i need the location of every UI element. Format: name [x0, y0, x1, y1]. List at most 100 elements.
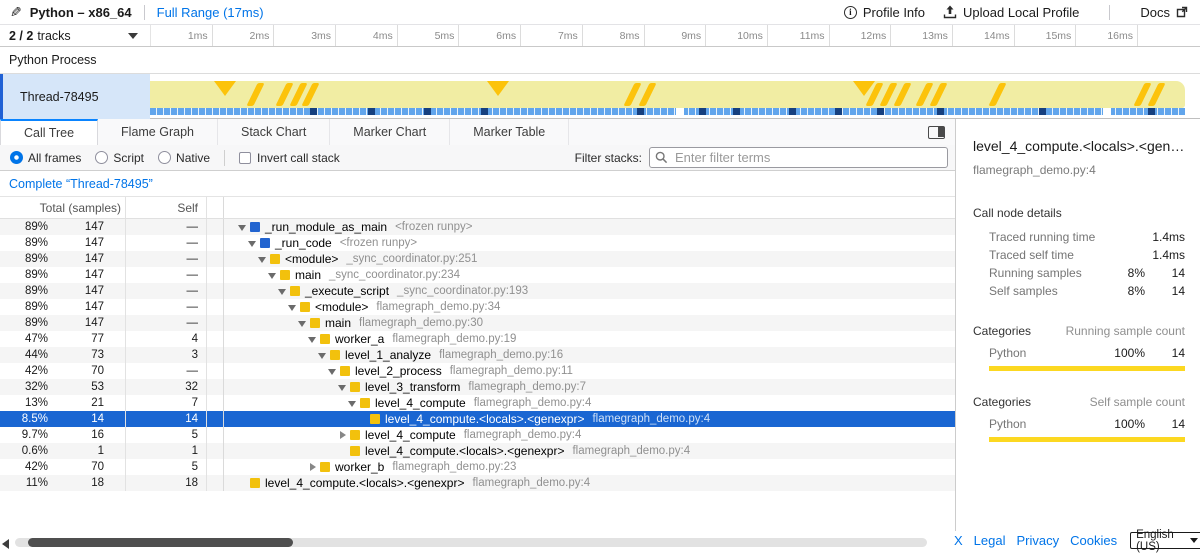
- sample-strip: [150, 108, 1185, 115]
- language-select[interactable]: English (US): [1130, 532, 1200, 549]
- sidebar-details: Traced running time1.4msTraced self time…: [956, 228, 1200, 300]
- tab-flame-graph[interactable]: Flame Graph: [98, 119, 218, 145]
- cell-self: 5: [126, 459, 207, 475]
- upload-profile-button[interactable]: Upload Local Profile: [943, 5, 1079, 20]
- call-tree-row[interactable]: 0.6%11level_4_compute.<locals>.<genexpr>…: [0, 443, 955, 459]
- collapse-arrow-icon[interactable]: [308, 463, 318, 472]
- process-label: Python Process: [0, 53, 97, 67]
- radio-label: All frames: [28, 151, 81, 165]
- sidebar-detail-row: Running samples8%14: [989, 264, 1185, 282]
- divider: [144, 5, 145, 20]
- category-bar: [989, 366, 1185, 371]
- invert-callstack-checkbox[interactable]: Invert call stack: [239, 151, 340, 165]
- cell-spacer: [207, 315, 224, 331]
- ruler-tick: 3ms: [274, 25, 336, 46]
- category-square-icon: [330, 350, 340, 360]
- call-tree-row[interactable]: 89%147—<module>_sync_coordinator.py:251: [0, 251, 955, 267]
- expand-arrow-icon[interactable]: [248, 239, 258, 248]
- sidebar-toggle-button[interactable]: [928, 126, 945, 139]
- column-header-total[interactable]: Total (samples): [0, 197, 126, 218]
- footer-link-privacy[interactable]: Privacy: [1016, 533, 1059, 548]
- column-header-self[interactable]: Self: [126, 197, 207, 218]
- cell-self: —: [126, 315, 207, 331]
- cell-self: 3: [126, 347, 207, 363]
- process-track-header[interactable]: Python Process: [0, 47, 1200, 74]
- tab-marker-table[interactable]: Marker Table: [450, 119, 569, 145]
- call-tree-row[interactable]: 44%733 level_1_analyzeflamegraph_demo.py:…: [0, 347, 955, 363]
- cell-tree: worker_aflamegraph_demo.py:19: [224, 331, 955, 347]
- expand-arrow-icon[interactable]: [288, 303, 298, 312]
- tab-marker-chart[interactable]: Marker Chart: [330, 119, 450, 145]
- total-samples: 147: [48, 237, 104, 249]
- file-location: flamegraph_demo.py:7: [468, 381, 586, 393]
- cell-spacer: [207, 379, 224, 395]
- radio-all-frames[interactable]: All frames: [10, 151, 81, 165]
- footer-link-legal[interactable]: Legal: [974, 533, 1006, 548]
- call-tree-row[interactable]: 11%1818level_4_compute.<locals>.<genexpr…: [0, 475, 955, 491]
- cell-tree: _run_module_as_main<frozen runpy>: [224, 219, 955, 235]
- radio-icon: [158, 151, 171, 164]
- call-tree-row[interactable]: 13%217level_4_computeflamegraph_demo.py:…: [0, 395, 955, 411]
- call-tree-row[interactable]: 42%70—level_2_processflamegraph_demo.py:…: [0, 363, 955, 379]
- category-square-icon: [280, 270, 290, 280]
- edit-profile-name-icon[interactable]: ✎: [10, 4, 22, 21]
- expand-arrow-icon[interactable]: [268, 271, 278, 280]
- docs-button[interactable]: Docs: [1140, 5, 1188, 20]
- tab-call-tree[interactable]: Call Tree: [0, 119, 98, 145]
- track-marker: [638, 83, 656, 106]
- thread-track[interactable]: Thread-78495: [0, 74, 1200, 119]
- total-percent: 89%: [0, 269, 48, 281]
- cell-total: 9.7%16: [0, 427, 126, 443]
- call-tree-row[interactable]: 8.5%1414level_4_compute.<locals>.<genexp…: [0, 411, 955, 427]
- function-name: worker_b: [335, 460, 384, 474]
- tab-stack-chart[interactable]: Stack Chart: [218, 119, 330, 145]
- call-tree-row[interactable]: 89%147—_run_module_as_main<frozen runpy>: [0, 219, 955, 235]
- cell-tree: worker_bflamegraph_demo.py:23: [224, 459, 955, 475]
- radio-native[interactable]: Native: [158, 151, 210, 165]
- cell-tree: level_1_analyzeflamegraph_demo.py:16: [224, 347, 955, 363]
- call-tree-row[interactable]: 89%147—_execute_script_sync_coordinator.…: [0, 283, 955, 299]
- detail-percent: 8%: [1105, 266, 1145, 280]
- full-range-breadcrumb[interactable]: Full Range (17ms): [157, 5, 264, 20]
- call-tree-row[interactable]: 89%147—<module>flamegraph_demo.py:34: [0, 299, 955, 315]
- expand-arrow-icon[interactable]: [278, 287, 288, 296]
- thread-track-label[interactable]: Thread-78495: [3, 74, 150, 119]
- expand-arrow-icon[interactable]: [338, 383, 348, 392]
- cell-self: 5: [126, 427, 207, 443]
- call-tree-row[interactable]: 89%147—mainflamegraph_demo.py:30: [0, 315, 955, 331]
- call-tree-row[interactable]: 89%147—_run_code<frozen runpy>: [0, 235, 955, 251]
- sample-strip-dark-segment: [481, 108, 488, 115]
- expand-arrow-icon[interactable]: [318, 351, 328, 360]
- filter-stacks-input[interactable]: [649, 147, 948, 168]
- horizontal-scrollbar[interactable]: [0, 536, 935, 550]
- tracks-dropdown[interactable]: 2 / 2 tracks: [0, 25, 150, 46]
- footer-link-cookies[interactable]: Cookies: [1070, 533, 1117, 548]
- scrollbar-thumb[interactable]: [28, 538, 293, 547]
- expand-arrow-icon[interactable]: [328, 367, 338, 376]
- category-square-icon: [320, 462, 330, 472]
- breadcrumb-complete-thread[interactable]: Complete “Thread-78495”: [9, 177, 153, 191]
- expand-arrow-icon[interactable]: [258, 255, 268, 264]
- thread-activity-graph[interactable]: [150, 74, 1200, 119]
- expand-arrow-icon[interactable]: [298, 319, 308, 328]
- function-name: level_4_compute.<locals>.<genexpr>: [265, 476, 464, 490]
- call-tree-row[interactable]: 9.7%165level_4_computeflamegraph_demo.py…: [0, 427, 955, 443]
- expand-arrow-icon[interactable]: [348, 399, 358, 408]
- collapse-arrow-icon[interactable]: [338, 431, 348, 440]
- call-tree-row[interactable]: 42%705worker_bflamegraph_demo.py:23: [0, 459, 955, 475]
- profile-info-button[interactable]: i Profile Info: [844, 5, 925, 20]
- call-tree-row[interactable]: 89%147—main_sync_coordinator.py:234: [0, 267, 955, 283]
- scroll-left-arrow-icon[interactable]: [2, 539, 9, 549]
- call-tree-row[interactable]: 32%5332level_3_transformflamegraph_demo.…: [0, 379, 955, 395]
- file-location: flamegraph_demo.py:4: [464, 429, 582, 441]
- cell-total: 44%73: [0, 347, 126, 363]
- expand-arrow-icon[interactable]: [238, 223, 248, 232]
- category-percent: 100%: [1105, 346, 1145, 360]
- activity-band: [150, 81, 1185, 108]
- footer-close-link[interactable]: X: [954, 533, 963, 548]
- expand-arrow-icon[interactable]: [308, 335, 318, 344]
- call-tree-row[interactable]: 47%774worker_aflamegraph_demo.py:19: [0, 331, 955, 347]
- total-samples: 16: [48, 429, 104, 441]
- category-square-icon: [340, 366, 350, 376]
- radio-script[interactable]: Script: [95, 151, 144, 165]
